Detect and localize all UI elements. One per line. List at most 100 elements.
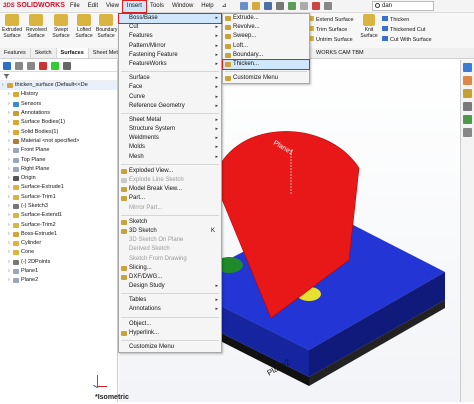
configuration-manager-tab-icon[interactable] [27, 62, 35, 70]
appearances-icon[interactable] [463, 115, 472, 124]
tree-item-surface-trim2[interactable]: › Surface-Trim2 [0, 220, 117, 229]
knit-surface-button[interactable]: Knit Surface [360, 14, 378, 39]
display-manager-tab-icon[interactable] [51, 62, 59, 70]
menu-item-revolve[interactable]: Revolve... [223, 23, 309, 32]
tree-item-cone[interactable]: › Cone [0, 248, 117, 257]
dimxpert-tab-icon[interactable] [39, 62, 47, 70]
menu-item-loft[interactable]: Loft... [223, 42, 309, 51]
tree-item-right-plane[interactable]: › Right Plane [0, 165, 117, 174]
boundary-surface-button[interactable]: Boundary Surface [96, 14, 117, 39]
filter-icon[interactable] [3, 73, 10, 79]
menu-item-thicken[interactable]: Thicken... [222, 58, 310, 71]
extend-surface-button[interactable]: Extend Surface [308, 15, 354, 25]
menu-item-customize-menu[interactable]: Customize Menu [119, 343, 221, 352]
trim-surface-button[interactable]: Trim Surface [308, 25, 354, 35]
menu-item-customize-menu[interactable]: Customize Menu [223, 74, 309, 83]
tree-item-origin[interactable]: › Origin [0, 174, 117, 183]
tree-item-2dpoints[interactable]: › (-) 2DPoints [0, 258, 117, 267]
untrim-surface-button[interactable]: Untrim Surface [308, 35, 354, 45]
menu-item-structure-system[interactable]: Structure System ▸ [119, 125, 221, 134]
tree-item-material-not-specified[interactable]: › Material <not specified> [0, 137, 117, 146]
save-icon[interactable] [264, 2, 272, 10]
tree-item-cylinder[interactable]: › Cylinder [0, 239, 117, 248]
menu-item-weldments[interactable]: Weldments ▸ [119, 134, 221, 143]
menu-item-3d-sketch[interactable]: 3D Sketch K [119, 227, 221, 236]
custom-properties-icon[interactable] [463, 128, 472, 137]
tree-item-history[interactable]: › History [0, 90, 117, 99]
menu-file[interactable]: File [66, 1, 84, 12]
swept-surface-button[interactable]: Swept Surface [51, 14, 71, 39]
revolved-surface-button[interactable]: Revolved Surface [26, 14, 47, 39]
tab-sketch[interactable]: Sketch [31, 48, 57, 58]
menu-item-reference-geometry[interactable]: Reference Geometry ▸ [119, 102, 221, 111]
menu-item-surface[interactable]: Surface ▸ [119, 74, 221, 83]
tree-item-plane2[interactable]: › Plane2 [0, 276, 117, 285]
tree-item-plane1[interactable]: › Plane1 [0, 267, 117, 276]
print-icon[interactable] [276, 2, 284, 10]
menu-item-cut[interactable]: Cut ▸ [119, 23, 221, 32]
menu-tools[interactable]: Tools [146, 1, 168, 12]
menu-item-model-break-view[interactable]: Model Break View... [119, 185, 221, 194]
tree-item-sketch3[interactable]: › (-) Sketch3 [0, 202, 117, 211]
tab-works-cam-tbm[interactable]: WORKS CAM TBM [312, 49, 368, 58]
menu-item-annotations[interactable]: Annotations ▸ [119, 305, 221, 314]
open-icon[interactable] [252, 2, 260, 10]
menu-item-features[interactable]: Features ▸ [119, 32, 221, 41]
menu-item-extrude[interactable]: Extrude... [223, 14, 309, 23]
tree-item-front-plane[interactable]: › Front Plane [0, 146, 117, 155]
undo-icon[interactable] [288, 2, 296, 10]
menu-view[interactable]: View [102, 1, 123, 12]
menu-item-featureworks[interactable]: FeatureWorks ▸ [119, 60, 221, 69]
lofted-surface-button[interactable]: Lofted Surface [74, 14, 94, 39]
feature-manager-tab-icon[interactable] [3, 62, 11, 70]
menu-item-boundary[interactable]: Boundary... [223, 51, 309, 60]
view-palette-icon[interactable] [463, 102, 472, 111]
new-doc-icon[interactable] [240, 2, 248, 10]
tree-item-annotations[interactable]: › Annotations [0, 109, 117, 118]
menu-item-curve[interactable]: Curve ▸ [119, 93, 221, 102]
tree-item-surface-extend1[interactable]: › Surface-Extend1 [0, 211, 117, 220]
resources-icon[interactable] [463, 63, 472, 72]
tree-item-surface-bodies-1[interactable]: › Surface Bodies(1) [0, 118, 117, 127]
more-tabs-icon[interactable] [63, 62, 71, 70]
menu-insert[interactable]: Insert [121, 0, 147, 13]
tree-item-sensors[interactable]: › Sensors [0, 100, 117, 109]
tree-root-part[interactable]: › thicken_surface (Default<<De [0, 81, 117, 91]
menu-help[interactable]: Help [197, 1, 217, 12]
design-library-icon[interactable] [463, 76, 472, 85]
select-icon[interactable] [300, 2, 308, 10]
tab-features[interactable]: Features [0, 48, 31, 58]
menu-item-face[interactable]: Face ▸ [119, 83, 221, 92]
file-explorer-icon[interactable] [463, 89, 472, 98]
pin-icon[interactable]: ⊿ [218, 1, 231, 12]
tree-item-solid-bodies-1[interactable]: › Solid Bodies(1) [0, 127, 117, 136]
tree-item-surface-trim1[interactable]: › Surface-Trim1 [0, 193, 117, 202]
menu-window[interactable]: Window [168, 1, 197, 12]
tree-item-top-plane[interactable]: › Top Plane [0, 155, 117, 164]
menu-item-dxf-dwg[interactable]: DXF/DWG... [119, 273, 221, 282]
menu-item-object[interactable]: Object... [119, 320, 221, 329]
property-manager-tab-icon[interactable] [15, 62, 23, 70]
menu-item-part[interactable]: Part... [119, 194, 221, 203]
menu-item-mesh[interactable]: Mesh ▸ [119, 153, 221, 162]
menu-item-sheet-metal[interactable]: Sheet Metal ▸ [119, 116, 221, 125]
cut-with-surface-button[interactable]: Cut With Surface [382, 35, 432, 45]
tree-item-surface-extrude1[interactable]: › Surface-Extrude1 [0, 183, 117, 192]
thicken-button[interactable]: Thicken [382, 15, 432, 25]
menu-item-tables[interactable]: Tables ▸ [119, 296, 221, 305]
menu-item-sweep[interactable]: Sweep... [223, 32, 309, 41]
menu-edit[interactable]: Edit [84, 1, 102, 12]
menu-item-pattern-mirror[interactable]: Pattern/Mirror ▸ [119, 42, 221, 51]
rebuild-icon[interactable] [312, 2, 320, 10]
menu-item-hyperlink[interactable]: Hyperlink... [119, 329, 221, 338]
extruded-surface-button[interactable]: Extruded Surface [2, 14, 22, 39]
search-input[interactable]: dan [372, 1, 434, 11]
menu-item-design-study[interactable]: Design Study ▸ [119, 282, 221, 291]
menu-item-exploded-view[interactable]: Exploded View... [119, 167, 221, 176]
thickened-cut-button[interactable]: Thickened Cut [382, 25, 432, 35]
menu-item-boss-base[interactable]: Boss/Base ▸ [118, 12, 222, 25]
tree-item-boss-extrude1[interactable]: › Boss-Extrude1 [0, 230, 117, 239]
menu-item-slicing[interactable]: Slicing... [119, 264, 221, 273]
tab-surfaces[interactable]: Surfaces [56, 48, 89, 58]
menu-item-molds[interactable]: Molds ▸ [119, 143, 221, 152]
